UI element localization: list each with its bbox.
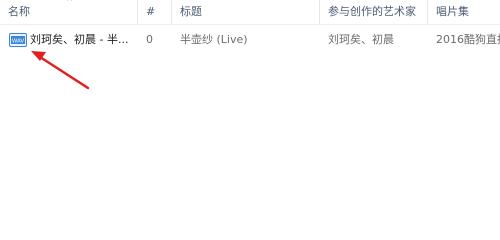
- column-header-number-label: #: [146, 5, 156, 18]
- file-row[interactable]: WAV 刘珂矣、初晨 - 半... 0 半壶纱 (Live) 刘珂矣、初晨 20…: [0, 28, 500, 52]
- file-number: 0: [146, 33, 153, 46]
- column-header-title-label: 标题: [180, 5, 202, 18]
- sort-ascending-icon: ^: [66, 0, 73, 6]
- column-header-artists[interactable]: 参与创作的艺术家: [320, 0, 428, 24]
- column-header-name[interactable]: 名称 ^: [0, 0, 138, 24]
- column-header-bar: 名称 ^ # 标题 参与创作的艺术家 唱片集: [0, 0, 500, 25]
- column-header-artists-label: 参与创作的艺术家: [328, 5, 416, 18]
- file-artists: 刘珂矣、初晨: [328, 33, 394, 46]
- column-header-name-label: 名称: [8, 5, 30, 18]
- file-title: 半壶纱 (Live): [180, 33, 248, 46]
- column-header-album[interactable]: 唱片集: [428, 0, 500, 24]
- column-header-number[interactable]: #: [138, 0, 172, 24]
- column-header-album-label: 唱片集: [436, 5, 469, 18]
- file-name[interactable]: 刘珂矣、初晨 - 半...: [0, 28, 138, 52]
- file-album: 2016酷狗直播: [436, 33, 500, 46]
- column-header-title[interactable]: 标题: [172, 0, 320, 24]
